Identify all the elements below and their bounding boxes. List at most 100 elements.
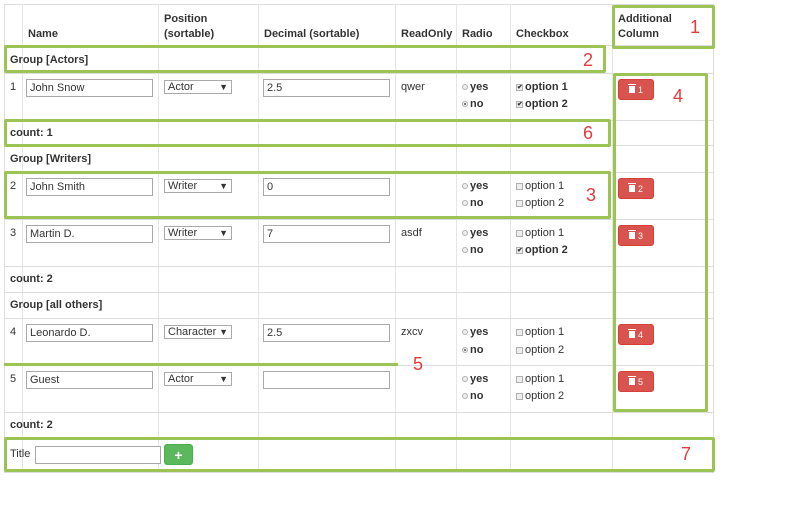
radio-no[interactable]: no — [462, 244, 483, 256]
row-index: 1 — [10, 81, 17, 93]
row-divider — [4, 219, 714, 220]
radio-yes-label: yes — [470, 326, 489, 338]
header-position-line1: Position — [164, 13, 208, 25]
annotation-number: 2 — [583, 50, 594, 70]
annotation-box — [613, 73, 708, 412]
decimal-input[interactable] — [263, 324, 390, 342]
radio-no[interactable]: no — [462, 98, 483, 110]
radio-no[interactable]: no — [462, 344, 483, 356]
radio-yes-label: yes — [470, 81, 489, 93]
column-divider — [258, 4, 259, 472]
radio-icon — [462, 329, 468, 335]
checkbox-option2-label: option 2 — [525, 344, 565, 356]
checkbox-option1[interactable]: option 1 — [516, 326, 564, 338]
radio-yes[interactable]: yes — [462, 326, 488, 338]
radio-yes[interactable]: yes — [462, 373, 488, 385]
checkbox-option2-label: option 2 — [525, 98, 568, 110]
checkbox-option1[interactable]: option 1 — [516, 227, 564, 239]
position-select-value: Writer — [168, 227, 198, 239]
checkbox-option1-label: option 1 — [525, 326, 565, 338]
annotation-number: 6 — [583, 123, 594, 143]
radio-icon — [462, 101, 468, 107]
group-count: count: 2 — [10, 273, 53, 285]
checkbox-option2-label: option 2 — [525, 390, 565, 402]
checkbox-icon — [516, 392, 523, 400]
annotation-number: 1 — [690, 17, 701, 37]
readonly-value: asdf — [401, 227, 422, 239]
checkbox-option1-label: option 1 — [525, 227, 565, 239]
annotation-box — [4, 45, 606, 73]
radio-no-label: no — [470, 344, 484, 356]
decimal-input[interactable] — [263, 225, 390, 243]
position-select-value: Actor — [168, 81, 194, 93]
row-index: 3 — [10, 227, 17, 239]
decimal-input[interactable] — [263, 79, 390, 97]
header-decimal[interactable]: Decimal (sortable) — [264, 27, 359, 42]
group-count: count: 2 — [10, 419, 53, 431]
dropdown-arrow-icon: ▼ — [219, 327, 228, 337]
radio-no-label: no — [470, 244, 484, 256]
annotation-box — [4, 119, 611, 147]
dropdown-arrow-icon: ▼ — [219, 82, 228, 92]
checkbox-option2[interactable]: ✔ option 2 — [516, 244, 568, 256]
header-position-line2: (sortable) — [164, 28, 215, 40]
annotation-box — [4, 437, 715, 472]
radio-icon — [462, 393, 468, 399]
row-divider — [4, 472, 714, 473]
checkbox-icon — [516, 375, 523, 383]
radio-icon — [462, 376, 468, 382]
annotation-number: 7 — [681, 444, 692, 464]
position-select-value: Actor — [168, 373, 194, 385]
radio-no-label: no — [470, 390, 484, 402]
row-index: 4 — [10, 326, 17, 338]
checkbox-option2[interactable]: option 2 — [516, 344, 564, 356]
row-divider — [4, 266, 714, 267]
radio-yes-label: yes — [470, 373, 489, 385]
row-index: 5 — [10, 373, 17, 385]
checkbox-icon — [516, 346, 523, 354]
header-readonly: ReadOnly — [401, 28, 453, 40]
radio-icon — [462, 247, 468, 253]
group-title: Group [Writers] — [10, 153, 92, 165]
dropdown-arrow-icon: ▼ — [219, 228, 228, 238]
row-divider — [4, 412, 714, 413]
name-input[interactable] — [26, 324, 153, 342]
checkbox-icon — [516, 229, 523, 237]
position-select-value: Character — [168, 326, 217, 338]
radio-icon — [462, 84, 468, 90]
column-divider — [158, 4, 159, 472]
checkbox-checked-icon: ✔ — [516, 83, 523, 91]
annotation-number: 3 — [586, 185, 597, 205]
name-input[interactable] — [26, 79, 153, 97]
name-input[interactable] — [26, 371, 153, 389]
group-title: Group [all others] — [10, 299, 103, 311]
radio-yes[interactable]: yes — [462, 81, 488, 93]
checkbox-option2[interactable]: option 2 — [516, 390, 564, 402]
checkbox-option2[interactable]: ✔ option 2 — [516, 98, 568, 110]
checkbox-icon — [516, 328, 523, 336]
row-divider — [4, 73, 714, 74]
column-divider — [456, 4, 457, 472]
radio-yes[interactable]: yes — [462, 227, 488, 239]
annotation-line — [4, 363, 398, 366]
checkbox-option1-label: option 1 — [525, 373, 565, 385]
decimal-input[interactable] — [263, 371, 390, 389]
radio-no[interactable]: no — [462, 390, 483, 402]
annotation-box — [4, 171, 611, 219]
header-position[interactable]: Position (sortable) — [164, 12, 214, 42]
name-input[interactable] — [26, 225, 153, 243]
position-select[interactable]: Writer ▼ — [164, 226, 232, 240]
column-divider — [395, 4, 396, 472]
position-select[interactable]: Actor ▼ — [164, 372, 232, 386]
column-divider — [713, 4, 714, 472]
radio-no-label: no — [470, 98, 484, 110]
radio-yes-label: yes — [470, 227, 489, 239]
readonly-value: zxcv — [401, 326, 423, 338]
position-select[interactable]: Actor ▼ — [164, 80, 232, 94]
annotation-number: 4 — [673, 86, 684, 106]
checkbox-option1[interactable]: option 1 — [516, 373, 564, 385]
checkbox-option1[interactable]: ✔ option 1 — [516, 81, 568, 93]
row-divider — [4, 318, 714, 319]
checkbox-checked-icon: ✔ — [516, 100, 523, 108]
position-select[interactable]: Character ▼ — [164, 325, 232, 339]
